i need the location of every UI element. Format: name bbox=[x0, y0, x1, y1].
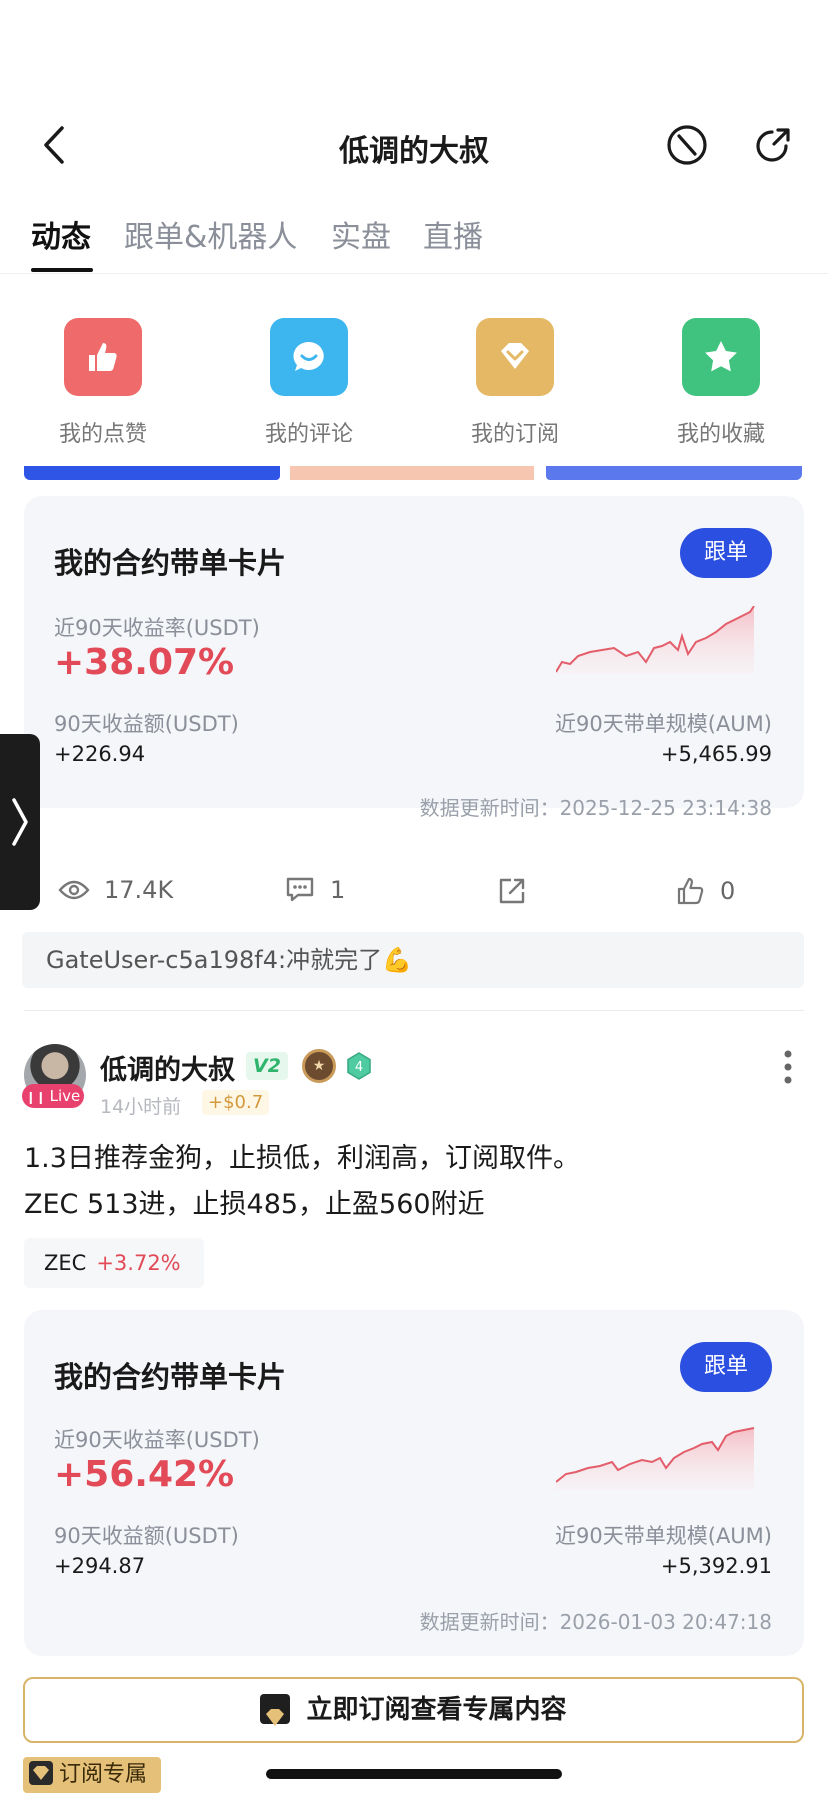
level-number: 4 bbox=[355, 1060, 363, 1075]
return-label: 近90天收益率(USDT) bbox=[54, 616, 260, 640]
active-tab-indicator bbox=[31, 268, 93, 272]
tab-copytrade-bots[interactable]: 跟单&机器人 bbox=[124, 212, 297, 256]
exclusive-badge: 订阅专属 bbox=[23, 1757, 162, 1793]
comment-preview[interactable]: GateUser-c5a198f4:冲就完了💪 bbox=[22, 932, 804, 988]
coin-tag[interactable]: ZEC +3.72% bbox=[24, 1238, 204, 1288]
update-timestamp: 2026-01-03 20:47:18 bbox=[559, 1610, 772, 1634]
coin-symbol: ZEC bbox=[44, 1251, 87, 1275]
profit-value: +294.87 bbox=[54, 1554, 146, 1578]
profit-label: 90天收益额(USDT) bbox=[54, 712, 239, 736]
my-subscriptions-button[interactable]: 我的订阅 bbox=[440, 318, 590, 448]
my-favorites-label: 我的收藏 bbox=[676, 422, 765, 447]
share-icon[interactable] bbox=[752, 124, 794, 166]
level-badge-icon: 4 bbox=[347, 1052, 371, 1080]
subscribe-button[interactable]: 立即订阅查看专属内容 bbox=[23, 1677, 804, 1743]
follow-button[interactable]: 跟单 bbox=[680, 1342, 772, 1392]
update-time: 数据更新时间：2026-01-03 20:47:18 bbox=[420, 1606, 772, 1635]
my-likes-button[interactable]: 我的点赞 bbox=[28, 318, 178, 448]
tab-livestream[interactable]: 直播 bbox=[423, 212, 483, 256]
subscribe-label: 立即订阅查看专属内容 bbox=[306, 1695, 567, 1725]
update-time: 数据更新时间：2025-12-25 23:14:38 bbox=[420, 792, 772, 821]
comments-button[interactable]: 1 bbox=[284, 876, 345, 904]
tab-live-trading[interactable]: 实盘 bbox=[331, 212, 391, 256]
my-comments-label: 我的评论 bbox=[264, 422, 353, 447]
update-timestamp: 2025-12-25 23:14:38 bbox=[559, 796, 772, 820]
card-title: 我的合约带单卡片 bbox=[54, 1360, 287, 1394]
comment-bubble-icon bbox=[286, 877, 314, 902]
home-indicator[interactable] bbox=[266, 1769, 562, 1779]
like-button[interactable]: 0 bbox=[676, 876, 735, 906]
chevron-right-icon bbox=[12, 798, 28, 846]
copytrade-card[interactable]: 我的合约带单卡片 跟单 近90天收益率(USDT) +38.07% 90天收益额… bbox=[24, 496, 804, 820]
coin-change: +3.72% bbox=[96, 1251, 181, 1275]
profit-value: +226.94 bbox=[54, 742, 146, 766]
banner-strip-left[interactable] bbox=[24, 466, 280, 480]
views-count: 17.4K bbox=[104, 876, 174, 904]
live-label: Live bbox=[49, 1087, 81, 1105]
card-title: 我的合约带单卡片 bbox=[54, 546, 287, 580]
diamond-icon bbox=[260, 1693, 291, 1726]
diamond-icon bbox=[476, 318, 554, 396]
vip-badge: V2 bbox=[246, 1052, 288, 1080]
share-post-button[interactable] bbox=[497, 876, 541, 906]
tip-earnings: +$0.7 bbox=[202, 1090, 270, 1115]
thumbs-up-icon bbox=[64, 318, 142, 396]
divider bbox=[24, 1010, 804, 1011]
side-drawer-handle[interactable] bbox=[0, 734, 40, 910]
aum-label: 近90天带单规模(AUM) bbox=[555, 712, 772, 736]
aum-value: +5,465.99 bbox=[660, 742, 772, 766]
star-icon bbox=[682, 318, 760, 396]
update-label: 数据更新时间： bbox=[419, 1610, 560, 1634]
return-sparkline bbox=[556, 1427, 755, 1490]
views-stat: 17.4K bbox=[58, 876, 173, 904]
return-sparkline bbox=[556, 606, 755, 674]
comments-count: 1 bbox=[330, 876, 346, 904]
follow-button[interactable]: 跟单 bbox=[680, 528, 772, 578]
post-text-line-1: 1.3日推荐金狗，止损低，利润高，订阅取件。 bbox=[24, 1143, 580, 1174]
live-badge[interactable]: ❙❙ Live bbox=[22, 1084, 84, 1108]
my-favorites-button[interactable]: 我的收藏 bbox=[646, 318, 796, 448]
banner-strip-middle[interactable] bbox=[290, 466, 534, 480]
profit-label: 90天收益额(USDT) bbox=[54, 1524, 239, 1548]
return-value: +56.42% bbox=[54, 1454, 235, 1495]
update-label: 数据更新时间： bbox=[419, 796, 560, 820]
aum-value: +5,392.91 bbox=[660, 1554, 772, 1578]
thumbs-up-outline-icon bbox=[677, 877, 704, 905]
return-value: +38.07% bbox=[54, 642, 235, 683]
likes-count: 0 bbox=[720, 877, 736, 905]
post-time: 14小时前 bbox=[100, 1096, 182, 1118]
comment-icon bbox=[270, 318, 348, 396]
post-username[interactable]: 低调的大叔 bbox=[100, 1048, 235, 1087]
block-icon[interactable] bbox=[666, 124, 708, 166]
rank-medal-icon: ★ bbox=[302, 1049, 336, 1083]
my-comments-button[interactable]: 我的评论 bbox=[234, 318, 384, 448]
tab-dynamics[interactable]: 动态 bbox=[31, 212, 91, 256]
copytrade-card[interactable]: 我的合约带单卡片 跟单 近90天收益率(USDT) +56.42% 90天收益额… bbox=[24, 1310, 804, 1656]
exclusive-label: 订阅专属 bbox=[59, 1762, 148, 1787]
my-subscriptions-label: 我的订阅 bbox=[470, 422, 559, 447]
return-label: 近90天收益率(USDT) bbox=[54, 1428, 260, 1452]
post-text-line-2: ZEC 513进，止损485，止盈560附近 bbox=[24, 1189, 485, 1220]
share-out-icon bbox=[499, 878, 525, 904]
diamond-icon bbox=[29, 1761, 53, 1785]
my-likes-label: 我的点赞 bbox=[58, 422, 147, 447]
eye-icon bbox=[58, 880, 90, 900]
more-options-icon[interactable] bbox=[784, 1050, 792, 1084]
aum-label: 近90天带单规模(AUM) bbox=[555, 1524, 772, 1548]
divider bbox=[0, 273, 828, 274]
banner-strip-right[interactable] bbox=[546, 466, 802, 480]
